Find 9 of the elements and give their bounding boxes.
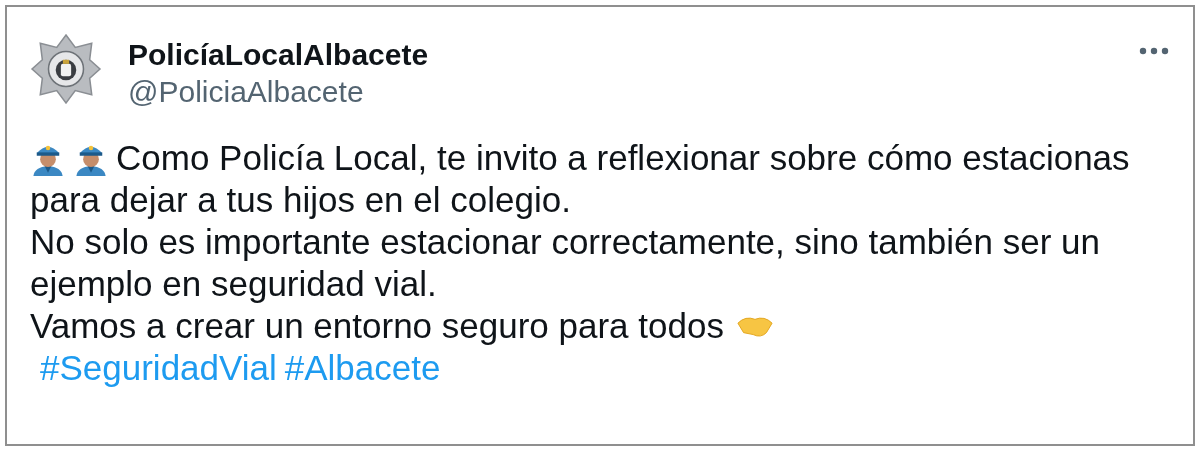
tweet-text: Vamos a crear un entorno seguro para todos	[30, 305, 724, 347]
tweet-text: Como Policía Local, te invito a reflexionar sobre cómo estacionas	[116, 137, 1130, 179]
tweet-text: para dejar a tus hijos en el colegio.	[30, 179, 571, 221]
tweet-text: No solo es importante estacionar correctamente, sino también ser un	[30, 221, 1100, 263]
author-handle[interactable]: @PoliciaAlbacete	[128, 73, 429, 111]
more-options-icon[interactable]	[1139, 47, 1169, 55]
badge-icon	[30, 33, 102, 105]
author-name[interactable]: PolicíaLocalAlbacete	[128, 37, 429, 73]
tweet-text: ejemplo en seguridad vial.	[30, 263, 437, 305]
